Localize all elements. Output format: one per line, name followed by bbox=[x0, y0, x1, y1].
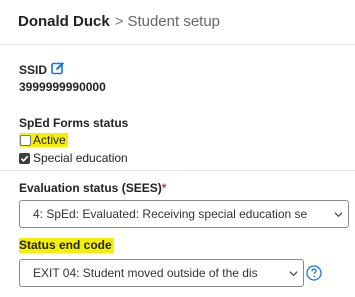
checkbox-special-education-box[interactable] bbox=[19, 152, 30, 164]
ssid-label: SSID bbox=[19, 63, 48, 77]
breadcrumb-page: Student setup bbox=[127, 13, 221, 30]
evaluation-status-label: Evaluation status (SEES)* bbox=[19, 181, 166, 195]
checkbox-active-label: Active bbox=[33, 133, 66, 147]
chevron-down-icon bbox=[334, 212, 343, 218]
breadcrumb: Donald Duck > Student setup bbox=[18, 13, 220, 30]
checkmark-icon bbox=[20, 155, 29, 162]
sped-forms-status-label: SpEd Forms status bbox=[19, 116, 129, 130]
edit-icon[interactable] bbox=[51, 61, 65, 75]
evaluation-status-select[interactable]: 4: SpEd: Evaluated: Receiving special ed… bbox=[19, 200, 349, 228]
evaluation-status-label-text: Evaluation status (SEES) bbox=[19, 181, 162, 195]
page-header: Donald Duck > Student setup bbox=[0, 0, 355, 45]
breadcrumb-separator: > bbox=[114, 13, 124, 30]
checkbox-special-education[interactable]: Special education bbox=[19, 151, 128, 165]
status-end-code-label: Status end code bbox=[19, 238, 114, 253]
section-divider bbox=[0, 170, 355, 171]
breadcrumb-student-name[interactable]: Donald Duck bbox=[18, 13, 110, 30]
help-circle-icon[interactable] bbox=[306, 265, 322, 281]
chevron-down-icon bbox=[289, 271, 298, 277]
checkbox-special-education-label: Special education bbox=[33, 151, 128, 165]
checkbox-active[interactable]: Active bbox=[19, 133, 68, 147]
status-end-code-value: EXIT 04: Student moved outside of the di… bbox=[33, 266, 258, 280]
checkbox-active-box[interactable] bbox=[20, 134, 31, 146]
required-marker: * bbox=[161, 181, 167, 195]
status-end-code-select[interactable]: EXIT 04: Student moved outside of the di… bbox=[19, 259, 304, 287]
ssid-value: 3999999990000 bbox=[19, 80, 106, 94]
evaluation-status-value: 4: SpEd: Evaluated: Receiving special ed… bbox=[33, 207, 308, 221]
